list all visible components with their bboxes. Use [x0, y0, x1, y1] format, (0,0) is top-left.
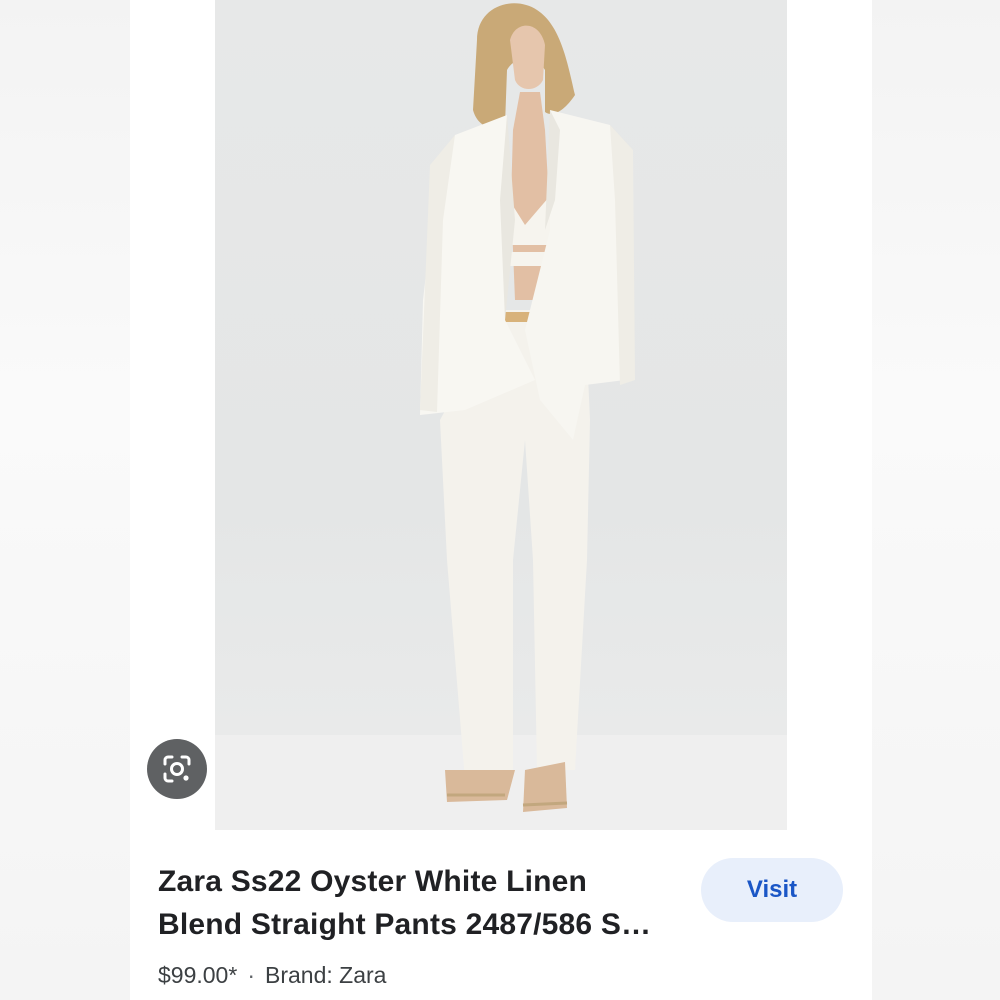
- product-info-panel: Zara Ss22 Oyster White Linen Blend Strai…: [130, 830, 872, 1000]
- product-brand: Brand: Zara: [264, 962, 387, 988]
- product-price: $99.00*: [158, 962, 238, 988]
- google-lens-button[interactable]: [147, 739, 207, 799]
- product-image-area: [130, 0, 872, 830]
- product-meta: $99.00* · Brand: Zara: [158, 962, 386, 989]
- meta-separator: ·: [247, 962, 255, 988]
- blurred-background-left: [0, 0, 130, 1000]
- visit-button[interactable]: Visit: [701, 858, 843, 922]
- product-card: Zara Ss22 Oyster White Linen Blend Strai…: [130, 0, 872, 1000]
- google-lens-camera-icon: [163, 755, 191, 783]
- blurred-background-right: [872, 0, 1000, 1000]
- product-title[interactable]: Zara Ss22 Oyster White Linen Blend Strai…: [158, 860, 678, 946]
- model-illustration: [215, 3, 787, 830]
- page: Zara Ss22 Oyster White Linen Blend Strai…: [0, 0, 1000, 1000]
- product-photo[interactable]: [215, 0, 787, 830]
